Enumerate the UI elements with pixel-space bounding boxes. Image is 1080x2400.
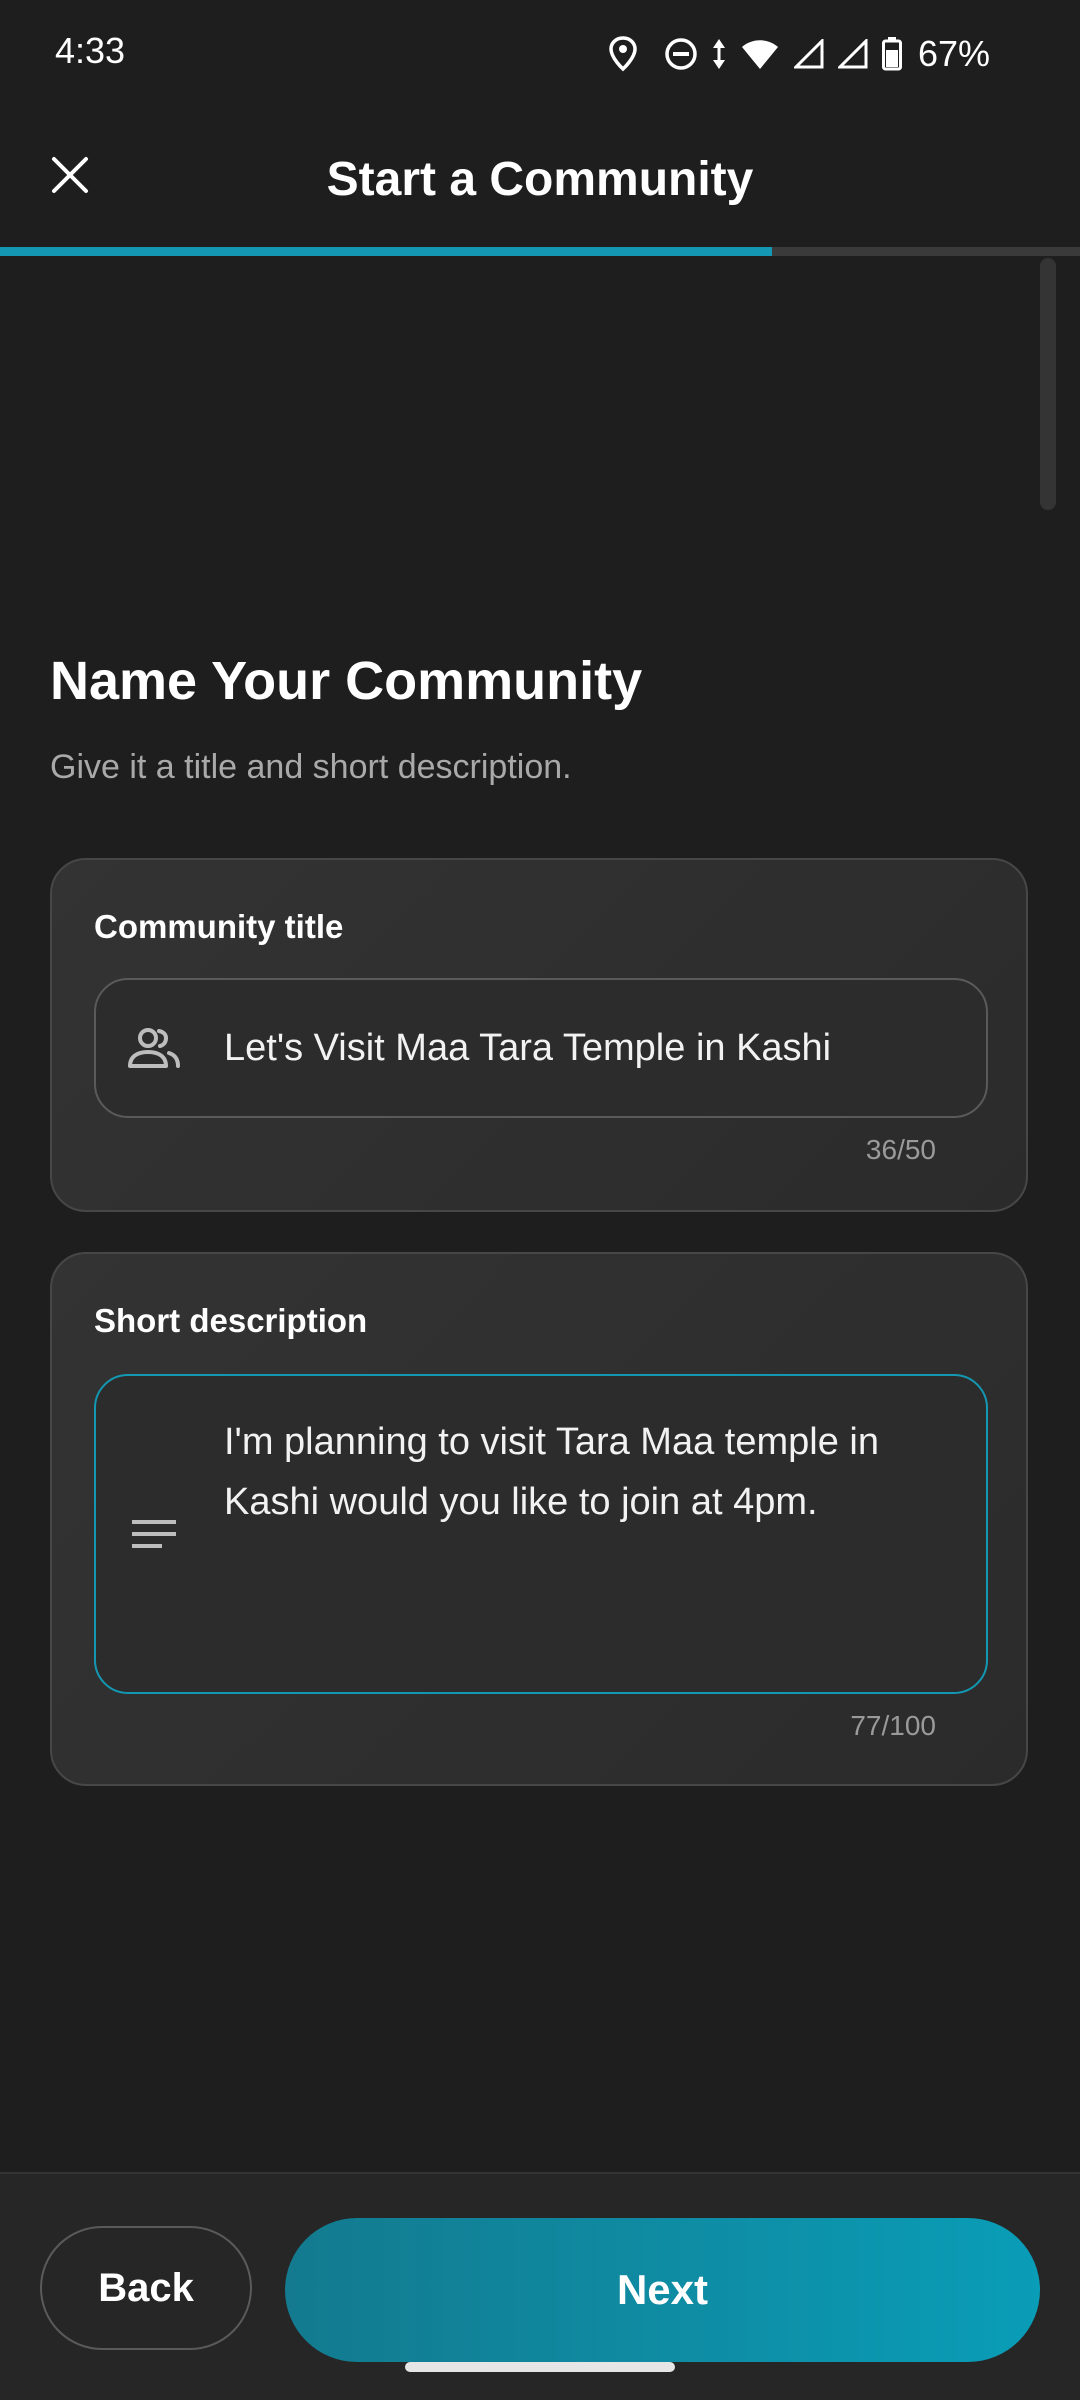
home-indicator[interactable]: [405, 2362, 675, 2372]
community-title-value: Let's Visit Maa Tara Temple in Kashi: [224, 1027, 832, 1069]
community-title-input[interactable]: Let's Visit Maa Tara Temple in Kashi: [94, 978, 988, 1118]
page-title: Start a Community: [326, 153, 754, 206]
description-card: Short description I'm planning to visit …: [50, 1252, 1028, 1786]
location-icon: [608, 36, 638, 72]
section-subheading: Give it a title and short description.: [50, 748, 572, 786]
scrollbar[interactable]: [1040, 258, 1056, 510]
signal-icon-2: [837, 39, 868, 69]
data-arrows-icon: [712, 37, 726, 71]
do-not-disturb-icon: [664, 37, 698, 71]
description-counter: 77/100: [850, 1710, 936, 1741]
title-counter: 36/50: [865, 1134, 936, 1165]
signal-icon: [793, 39, 824, 69]
description-label: Short description: [94, 1302, 368, 1339]
status-bar: 4:33 67%: [0, 0, 1080, 108]
app-bar: Start a Community: [0, 110, 1080, 250]
section-heading: Name Your Community: [50, 651, 643, 711]
status-time: 4:33: [55, 30, 126, 71]
title-card: Community title Let's Visit Maa Tara Tem…: [50, 858, 1028, 1212]
battery-icon: [881, 37, 902, 71]
next-button[interactable]: Next: [285, 2218, 1040, 2362]
progress-bar: [0, 247, 1080, 256]
battery-level: 67%: [917, 33, 990, 74]
notes-icon: [126, 1506, 182, 1562]
group-icon: [126, 1020, 182, 1076]
short-description-value: I'm planning to visit Tara Maa temple in…: [224, 1421, 879, 1523]
wifi-icon: [740, 38, 780, 70]
title-label: Community title: [94, 908, 344, 945]
progress-fill: [0, 247, 773, 256]
short-description-input[interactable]: I'm planning to visit Tara Maa temple in…: [94, 1374, 988, 1694]
back-button[interactable]: Back: [40, 2226, 252, 2350]
status-icons: 67%: [608, 30, 990, 78]
